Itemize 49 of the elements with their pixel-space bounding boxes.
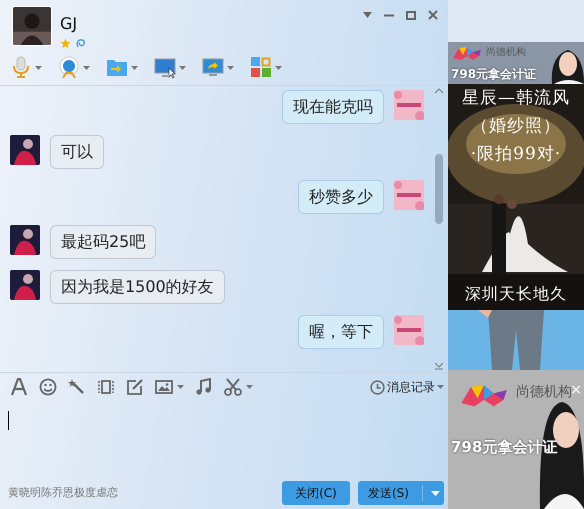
avatar[interactable] bbox=[10, 225, 40, 255]
caret-icon[interactable] bbox=[227, 66, 234, 70]
minimize-icon[interactable] bbox=[384, 14, 394, 16]
avatar[interactable] bbox=[10, 270, 40, 300]
ad-text-link[interactable]: 黄晓明陈乔恩极度虐恋 bbox=[8, 484, 118, 502]
contact-avatar[interactable] bbox=[12, 6, 52, 46]
image-icon[interactable] bbox=[155, 378, 173, 396]
smiley-icon[interactable] bbox=[39, 378, 57, 396]
brand-name: 尚德机构 bbox=[516, 383, 572, 402]
caret-icon[interactable] bbox=[275, 66, 282, 70]
dropdown-icon[interactable] bbox=[431, 490, 440, 496]
caret-icon[interactable] bbox=[35, 66, 42, 70]
dropdown-icon[interactable] bbox=[363, 12, 372, 18]
caret-icon[interactable] bbox=[246, 385, 253, 389]
apps-icon[interactable] bbox=[250, 56, 272, 79]
message-bubble: 秒赞多少 bbox=[298, 180, 384, 214]
caret-icon[interactable] bbox=[437, 385, 444, 389]
avatar[interactable] bbox=[10, 135, 40, 165]
font-icon[interactable] bbox=[10, 378, 28, 396]
microphone-icon[interactable] bbox=[10, 56, 32, 79]
message-bubble: 可以 bbox=[50, 135, 104, 169]
screen-share-icon[interactable] bbox=[202, 56, 224, 79]
magic-wand-icon[interactable] bbox=[68, 378, 86, 396]
send-button[interactable]: 发送(S) bbox=[358, 481, 444, 505]
music-icon[interactable] bbox=[195, 378, 213, 396]
message-bubble: 喔，等下 bbox=[298, 315, 384, 349]
shake-icon[interactable] bbox=[97, 378, 115, 396]
message-bubble: 最起码25吧 bbox=[50, 225, 156, 259]
contact-name: GJ bbox=[60, 14, 78, 34]
screen-icon[interactable] bbox=[154, 56, 176, 79]
close-icon[interactable] bbox=[428, 10, 438, 20]
webcam-icon[interactable] bbox=[58, 56, 80, 79]
clock-icon[interactable] bbox=[370, 380, 385, 394]
caret-icon[interactable] bbox=[179, 66, 186, 70]
scrollbar-thumb[interactable] bbox=[435, 154, 443, 224]
swirl-icon[interactable] bbox=[75, 38, 86, 49]
message-bubble: 现在能克吗 bbox=[282, 90, 384, 124]
star-icon[interactable] bbox=[60, 38, 71, 49]
caret-icon[interactable] bbox=[131, 66, 138, 70]
scroll-up-icon[interactable] bbox=[434, 88, 444, 94]
scroll-down-icon[interactable] bbox=[434, 362, 444, 370]
close-button[interactable]: 关闭(C) bbox=[282, 481, 350, 505]
history-link[interactable]: 消息记录 bbox=[387, 378, 435, 396]
scissors-icon[interactable] bbox=[224, 378, 242, 396]
caret-icon[interactable] bbox=[83, 66, 90, 70]
maximize-icon[interactable] bbox=[406, 10, 416, 20]
message-bubble: 因为我是1500的好友 bbox=[50, 270, 225, 304]
edit-icon[interactable] bbox=[126, 378, 144, 396]
caret-icon[interactable] bbox=[177, 385, 184, 389]
